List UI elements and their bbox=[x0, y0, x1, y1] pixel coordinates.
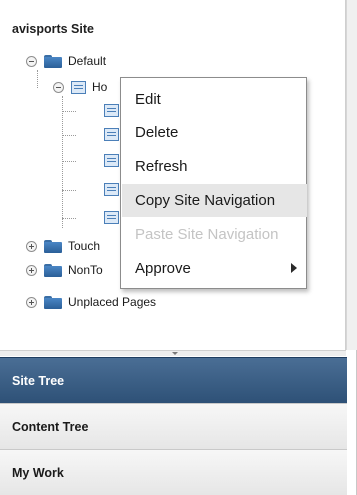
tree-node-touch[interactable]: Touch bbox=[26, 236, 100, 256]
tree-connector bbox=[62, 161, 76, 162]
menu-item-copy-site-navigation[interactable]: Copy Site Navigation bbox=[122, 184, 307, 217]
tree-connector bbox=[62, 111, 76, 112]
menu-item-approve[interactable]: Approve bbox=[122, 252, 307, 285]
tree-node-label: Default bbox=[68, 54, 107, 68]
folder-icon bbox=[44, 54, 62, 68]
expand-toggle-icon[interactable] bbox=[26, 264, 37, 276]
menu-item-edit[interactable]: Edit bbox=[122, 83, 307, 116]
tree-connector bbox=[62, 135, 76, 136]
expand-toggle-icon[interactable] bbox=[26, 240, 37, 252]
page-icon[interactable] bbox=[104, 154, 119, 167]
panel-splitter[interactable] bbox=[0, 350, 346, 356]
collapse-toggle-icon[interactable] bbox=[53, 81, 64, 93]
menu-item-label: Approve bbox=[135, 260, 191, 277]
tree-node-home[interactable]: Ho bbox=[53, 77, 107, 97]
splitter-grip-icon[interactable] bbox=[172, 352, 178, 355]
tree-node-label: Unplaced Pages bbox=[68, 295, 157, 309]
menu-item-refresh[interactable]: Refresh bbox=[122, 150, 307, 183]
tab-my-work[interactable]: My Work bbox=[0, 449, 347, 495]
tree-node-unplaced-pages[interactable]: Unplaced Pages bbox=[26, 292, 156, 312]
tree-node-label: NonTo bbox=[68, 263, 103, 277]
menu-item-delete[interactable]: Delete bbox=[122, 116, 307, 149]
tab-content-tree[interactable]: Content Tree bbox=[0, 403, 347, 449]
site-title: avisports Site bbox=[12, 22, 94, 36]
page-icon[interactable] bbox=[104, 211, 119, 224]
tree-connector bbox=[62, 218, 76, 219]
menu-item-paste-site-navigation: Paste Site Navigation bbox=[135, 226, 279, 243]
page-icon[interactable] bbox=[104, 183, 119, 196]
expand-toggle-icon[interactable] bbox=[26, 296, 37, 308]
tree-node-nontouch[interactable]: NonTo bbox=[26, 260, 103, 280]
page-icon bbox=[71, 80, 86, 94]
context-menu: Edit Delete Refresh Copy Site Navigation… bbox=[120, 77, 307, 289]
page-icon[interactable] bbox=[104, 128, 119, 141]
tree-node-label: Ho bbox=[92, 80, 108, 94]
tree-node-label: Touch bbox=[68, 239, 101, 253]
tree-connector bbox=[62, 190, 76, 191]
submenu-arrow-icon bbox=[291, 263, 297, 273]
folder-icon bbox=[44, 239, 62, 253]
tree-connector bbox=[37, 70, 38, 88]
page-icon[interactable] bbox=[104, 104, 119, 117]
collapse-toggle-icon[interactable] bbox=[26, 55, 37, 67]
tree-node-default[interactable]: Default bbox=[26, 51, 106, 71]
folder-icon bbox=[44, 263, 62, 277]
tree-connector bbox=[62, 96, 63, 228]
tree-scrollbar[interactable] bbox=[346, 0, 357, 350]
folder-icon bbox=[44, 295, 62, 309]
navigation-panel: avisports Site Default Ho Touch NonTo Un… bbox=[0, 0, 357, 495]
tab-site-tree[interactable]: Site Tree bbox=[0, 357, 347, 403]
